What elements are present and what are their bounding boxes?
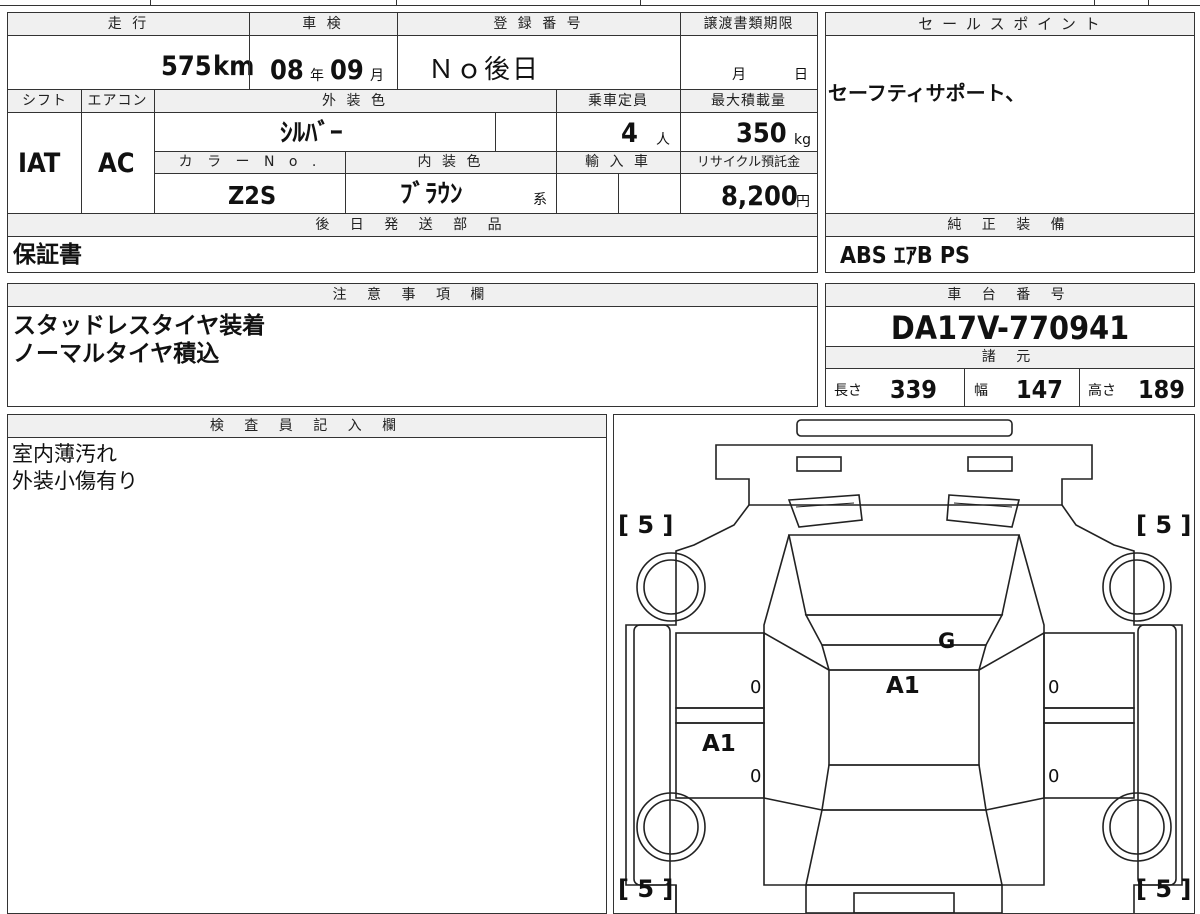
inspector-line-2: 外装小傷有り	[12, 469, 138, 493]
inspector-line-1: 室内薄汚れ	[12, 442, 117, 466]
aircon-header: エアコン	[81, 90, 154, 112]
capacity-value: 4	[621, 118, 638, 149]
inspection-month: 09	[330, 55, 364, 86]
door-rear-right-mark: 0	[1048, 766, 1060, 787]
color-no-value: Z2S	[228, 181, 277, 210]
recycle-unit: 円	[796, 194, 810, 210]
door-front-left-mark: 0	[750, 677, 762, 698]
import-header: 輸 入 車	[556, 152, 680, 173]
exterior-color-value: ｼﾙﾊﾞｰ	[280, 118, 343, 147]
tire-tread-front-left: [ 5 ]	[618, 511, 674, 539]
inspection-header: 車 検	[249, 13, 397, 35]
inspection-month-unit: 月	[370, 68, 384, 84]
transfer-deadline-header: 譲渡書類期限	[680, 13, 817, 35]
specs-header: 諸 元	[826, 347, 1194, 368]
max-load-value: 350	[736, 118, 787, 149]
chassis-panel: 車 台 番 号 DA17V-770941 諸 元 長さ 339 幅 147 高さ…	[825, 283, 1195, 407]
length-value: 339	[890, 375, 937, 404]
roof-damage-mark: A1	[886, 673, 920, 699]
capacity-header: 乗車定員	[556, 90, 680, 112]
sales-point-panel: セ ー ル ス ポ イ ン ト セーフティサポート、 純 正 装 備 ABS ｴ…	[825, 12, 1195, 273]
tire-tread-rear-left: [ 5 ]	[618, 875, 674, 903]
max-load-unit: kg	[794, 132, 811, 148]
color-no-header: カ ラ ー N o .	[155, 152, 345, 173]
interior-color-header: 内 装 色	[345, 152, 556, 173]
shift-header: シフト	[8, 90, 81, 112]
length-label: 長さ	[834, 383, 862, 399]
registration-value: Ｎｏ後日	[428, 55, 541, 85]
width-value: 147	[1016, 375, 1063, 404]
notes-panel: 注 意 事 項 欄 スタッドレスタイヤ装着 ノーマルタイヤ積込	[7, 283, 818, 407]
notes-line-1: スタッドレスタイヤ装着	[13, 313, 266, 339]
notes-line-2: ノーマルタイヤ積込	[13, 341, 220, 367]
inspector-header: 検 査 員 記 入 欄	[8, 415, 606, 437]
notes-header: 注 意 事 項 欄	[8, 284, 817, 306]
door-front-right-mark: 0	[1048, 677, 1060, 698]
inspection-year: 08	[270, 55, 304, 86]
interior-color-value: ﾌﾞﾗｳﾝ	[400, 179, 463, 208]
top-strip	[0, 0, 1200, 8]
later-parts-header: 後 日 発 送 部 品	[8, 214, 817, 236]
sales-point-header: セ ー ル ス ポ イ ン ト	[826, 13, 1194, 35]
deadline-day-unit: 日	[794, 67, 808, 83]
shift-value: IAT	[18, 148, 61, 179]
car-diagram-panel: [ 5 ] [ 5 ] [ 5 ] [ 5 ] G A1 A1 0 0 0 0	[613, 414, 1195, 914]
aircon-value: AC	[98, 148, 135, 179]
vehicle-info-grid: 走 行 車 検 登 録 番 号 譲渡書類期限 575 km 08 年 09 月 …	[7, 12, 818, 273]
door-damage-mark: A1	[702, 731, 736, 757]
chassis-no-value: DA17V-770941	[890, 309, 1130, 347]
windshield-damage-mark: G	[938, 629, 956, 653]
exterior-color-header: 外 装 色	[154, 90, 556, 112]
height-value: 189	[1138, 375, 1185, 404]
width-label: 幅	[974, 383, 988, 399]
inspector-panel: 検 査 員 記 入 欄 室内薄汚れ 外装小傷有り	[7, 414, 607, 914]
inspection-year-unit: 年	[310, 68, 324, 84]
genuine-equipment-value: ABS ｴｱB PS	[840, 243, 970, 269]
mileage-header: 走 行	[8, 13, 249, 35]
capacity-unit: 人	[656, 132, 670, 148]
later-parts-value: 保証書	[13, 242, 82, 268]
door-rear-left-mark: 0	[750, 766, 762, 787]
height-label: 高さ	[1088, 383, 1116, 399]
recycle-header: リサイクル預託金	[680, 152, 817, 173]
genuine-equipment-header: 純 正 装 備	[826, 214, 1194, 236]
car-outline-diagram	[625, 419, 1183, 913]
deadline-month-unit: 月	[732, 67, 746, 83]
max-load-header: 最大積載量	[680, 90, 817, 112]
registration-header: 登 録 番 号	[397, 13, 680, 35]
sales-point-value: セーフティサポート、	[828, 81, 1026, 105]
chassis-no-header: 車 台 番 号	[826, 284, 1194, 306]
tire-tread-rear-right: [ 5 ]	[1136, 875, 1192, 903]
recycle-value: 8,200	[721, 181, 798, 212]
interior-color-suffix: 系	[533, 192, 547, 208]
tire-tread-front-right: [ 5 ]	[1136, 511, 1192, 539]
mileage-value: 575	[161, 51, 212, 82]
